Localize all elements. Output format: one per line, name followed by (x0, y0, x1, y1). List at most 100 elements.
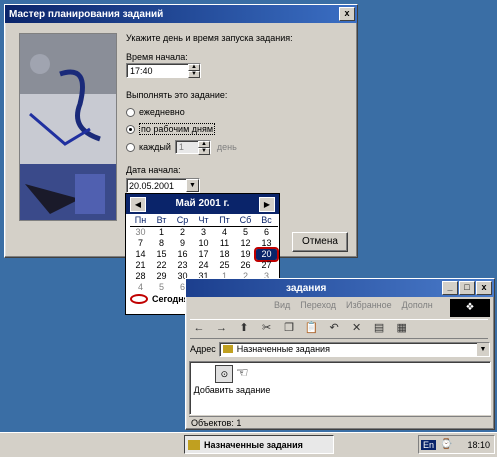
calendar-day[interactable]: 18 (214, 249, 235, 260)
calendar-day[interactable]: 28 (130, 271, 151, 282)
folder-icon (222, 345, 233, 353)
start-time-label: Время начала: (126, 52, 188, 62)
undo-icon[interactable]: ↶ (325, 320, 343, 336)
calendar-day[interactable]: 5 (151, 282, 172, 293)
calendar-day[interactable]: 1 (151, 227, 172, 238)
calendar-day[interactable]: 16 (172, 249, 193, 260)
delete-icon[interactable]: ✕ (348, 320, 366, 336)
radio-daily[interactable] (126, 108, 135, 118)
wizard-title: Мастер планирования заданий (9, 8, 164, 20)
calendar-day[interactable]: 12 (235, 238, 256, 249)
menu-view[interactable]: Вид (274, 300, 290, 314)
start-time-spinner[interactable]: ▲ ▼ (188, 64, 200, 78)
calendar-day[interactable]: 3 (193, 227, 214, 238)
calendar-day[interactable]: 15 (151, 249, 172, 260)
taskbar-task-scheduled[interactable]: Назначенные задания (184, 435, 334, 454)
weekday-label: Ср (176, 215, 189, 225)
radio-weekdays[interactable] (126, 125, 135, 135)
option-weekdays[interactable]: по рабочим дням (126, 123, 216, 135)
calendar-day[interactable]: 22 (151, 260, 172, 271)
calendar-day[interactable]: 14 (130, 249, 151, 260)
calendar-day[interactable]: 8 (151, 238, 172, 249)
wizard-image (19, 33, 117, 221)
cancel-button[interactable]: Отмена (292, 232, 348, 252)
minimize-button[interactable]: _ (442, 281, 458, 295)
hand-pointer-icon: ☜ (235, 364, 249, 380)
copy-icon[interactable]: ❐ (280, 320, 298, 336)
wizard-titlebar[interactable]: Мастер планирования заданий x (5, 5, 357, 23)
calendar-day[interactable]: 11 (214, 238, 235, 249)
option-every[interactable]: каждый 1 ▲ ▼ день (126, 140, 237, 155)
calendar-day[interactable]: 4 (214, 227, 235, 238)
calendar-day[interactable]: 9 (172, 238, 193, 249)
calendar-week: 7 8 9 10 11 12 13 (130, 238, 278, 249)
calendar-day[interactable]: 30 (130, 227, 151, 238)
start-time-field[interactable]: 17:40 ▲ ▼ (126, 63, 201, 78)
close-button[interactable]: x (339, 7, 355, 21)
back-arrow-icon[interactable]: ← (190, 320, 208, 336)
scheduler-tray-icon[interactable]: ⌚ (440, 439, 452, 450)
calendar-day[interactable]: 27 (256, 260, 277, 271)
weekday-label: Вт (156, 215, 167, 225)
weekday-row: Пн Вт Ср Чт Пт Сб Вс (130, 215, 278, 227)
every-field[interactable]: 1 ▲ ▼ (174, 140, 211, 155)
every-spinner[interactable]: ▲ ▼ (197, 141, 210, 155)
calendar-day[interactable]: 26 (235, 260, 256, 271)
run-label: Выполнять это задание: (126, 90, 228, 100)
properties-icon[interactable]: ▤ (370, 320, 388, 336)
option-every-label: каждый (139, 142, 171, 152)
address-label: Адрес (190, 344, 216, 354)
option-daily[interactable]: ежедневно (126, 107, 185, 118)
calendar-day[interactable]: 21 (130, 260, 151, 271)
add-task-label: Добавить задание (193, 385, 271, 395)
calendar-day[interactable]: 13 (256, 238, 277, 249)
calendar-day[interactable]: 4 (130, 282, 151, 293)
calendar-day[interactable]: 19 (235, 249, 256, 260)
chevron-down-icon[interactable]: ▼ (477, 342, 489, 356)
status-bar: Объектов: 1 (189, 416, 491, 429)
menu-tools[interactable]: Дополн (402, 300, 433, 314)
views-icon[interactable]: ▦ (393, 320, 411, 336)
next-month-button[interactable]: ▶ (259, 197, 275, 212)
calendar-month-label[interactable]: Май 2001 г. (126, 198, 279, 209)
calendar-day[interactable]: 6 (256, 227, 277, 238)
add-task-icon: ⊙ (215, 365, 234, 383)
forward-arrow-icon[interactable]: → (213, 320, 231, 336)
calendar-day[interactable]: 23 (172, 260, 193, 271)
calendar-day[interactable]: 7 (130, 238, 151, 249)
add-task-item[interactable]: ⊙ ☜ Добавить задание (192, 364, 272, 395)
status-text: Объектов: 1 (191, 418, 242, 428)
taskbar-task-label: Назначенные задания (204, 439, 303, 450)
up-folder-icon[interactable]: ⬆ (235, 320, 253, 336)
taskbar: Назначенные задания En ⌚ 18:10 (0, 432, 497, 457)
start-date-field[interactable]: 20.05.2001 ▼ (126, 178, 200, 193)
menu-go[interactable]: Переход (300, 300, 336, 314)
calendar-day-selected[interactable]: 20 (254, 247, 279, 262)
cut-icon[interactable]: ✂ (258, 320, 276, 336)
explorer-titlebar[interactable]: задания _ □ x (186, 279, 494, 297)
toolbar: ← → ⬆ ✂ ❐ 📋 ↶ ✕ ▤ ▦ (190, 319, 488, 339)
calendar-day[interactable]: 24 (193, 260, 214, 271)
maximize-button[interactable]: □ (459, 281, 475, 295)
chevron-down-icon[interactable]: ▼ (186, 179, 199, 192)
radio-every[interactable] (126, 142, 135, 152)
calendar-day[interactable]: 2 (172, 227, 193, 238)
paste-icon[interactable]: 📋 (303, 320, 321, 336)
weekday-label: Сб (239, 215, 252, 225)
calendar-day[interactable]: 10 (193, 238, 214, 249)
menu-favorites[interactable]: Избранное (346, 300, 392, 314)
address-value: Назначенные задания (236, 344, 330, 354)
address-field[interactable]: Назначенные задания ▼ (218, 341, 490, 357)
calendar-header: ◀ Май 2001 г. ▶ (126, 194, 279, 214)
language-indicator[interactable]: En (421, 439, 437, 450)
address-bar: Адрес Назначенные задания ▼ (190, 341, 490, 357)
weekday-label: Чт (198, 215, 209, 225)
option-weekdays-label: по рабочим дням (139, 123, 216, 135)
calendar-day[interactable]: 5 (235, 227, 256, 238)
close-button[interactable]: x (476, 281, 492, 295)
calendar-day[interactable]: 17 (193, 249, 214, 260)
today-marker-icon (130, 294, 148, 304)
calendar-day[interactable]: 29 (151, 271, 172, 282)
folder-icon (188, 439, 200, 450)
calendar-day[interactable]: 25 (214, 260, 235, 271)
